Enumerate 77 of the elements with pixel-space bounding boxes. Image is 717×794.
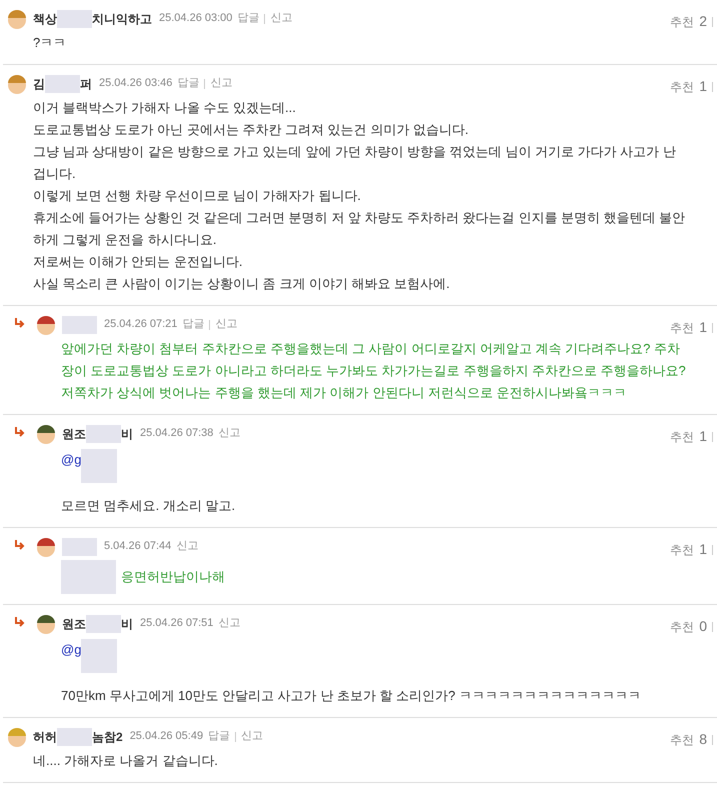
comment-text: 도로교통법상 도로가 아닌 곳에서는 주차칸 그려져 있는건 의미가 없습니다. <box>33 121 469 139</box>
comment-text: 하게 그렇게 운전을 하시다니요. <box>33 231 216 249</box>
avatar-icon <box>35 314 57 336</box>
blurred-area <box>86 614 121 632</box>
user-name: 비 <box>121 616 133 632</box>
reply-link[interactable]: 답글 <box>208 728 230 745</box>
report-link[interactable]: 신고 <box>176 538 198 555</box>
comment-date: 25.04.26 03:46 <box>99 76 172 92</box>
comment-text: 70만km 무사고에게 10만도 안달리고 사고가 난 초보가 할 소리인가? ㅋㅋㅋㅋㅋㅋㅋㅋㅋㅋㅋㅋㅋㅋ <box>61 687 641 705</box>
recommend-label: 추천 <box>670 14 694 30</box>
user-name: 놈참2 <box>92 728 123 746</box>
recommend-label: 추천 <box>670 78 694 96</box>
user-name: 허허 <box>33 728 57 746</box>
comment-date: 25.04.26 05:49 <box>130 729 204 744</box>
reply-link[interactable]: 답글 <box>177 75 200 92</box>
comment-text: 모르면 멈추세요. 개소리 말고. <box>61 497 236 515</box>
comment-text: 앞에가던 차량이 첨부터 주차칸으로 주행을했는데 그 사람이 어디로갈지 어케알고 계속 기다려주나요? 주차 <box>61 340 680 358</box>
blurred-area <box>62 316 97 334</box>
recommend-count: 0 <box>699 617 707 636</box>
user-name: 비 <box>121 426 133 442</box>
comment-date: 25.04.26 03:00 <box>159 11 232 26</box>
blurred-area <box>45 74 80 92</box>
avatar-icon <box>6 8 28 30</box>
blurred-area <box>81 639 118 673</box>
avatar-icon <box>35 612 57 634</box>
user-name: 책상 <box>33 10 57 28</box>
comment-date: 5.04.26 07:44 <box>104 539 172 554</box>
report-link[interactable]: 신고 <box>218 615 240 632</box>
recommend-count: 1 <box>699 427 707 446</box>
report-link[interactable]: 신고 <box>218 425 240 442</box>
comment-text: 이거 블랙박스가 가해자 나올 수도 있겠는데... <box>33 99 296 117</box>
user-name: 치니익하고 <box>92 10 152 28</box>
blurred-area <box>57 10 92 28</box>
comment-text: 저로써는 이해가 안되는 운전입니다. <box>33 253 242 271</box>
recommend-count: 8 <box>699 730 707 749</box>
avatar-icon <box>6 72 28 94</box>
user-name: 김 <box>33 76 45 92</box>
user-name: 퍼 <box>80 76 92 92</box>
comment-text: 휴게소에 들어가는 상황인 것 같은데 그러면 분명히 저 앞 차량도 주차하러 왔다는걸 인지를 분명히 했을텐데 불안 <box>33 209 686 227</box>
report-link[interactable]: 신고 <box>215 316 238 333</box>
comment-text: ?ㅋㅋ <box>33 34 66 52</box>
reply-link[interactable]: 답글 <box>237 10 260 27</box>
reply-link[interactable]: 답글 <box>182 316 204 333</box>
avatar-icon <box>35 536 57 558</box>
comment-text: 장이 도로교통법상 도로가 아니라고 하더라도 누가봐도 차가가는길로 주행을하지 주차칸으로 주행을하나요? <box>61 362 686 380</box>
blurred-area <box>62 538 97 556</box>
blurred-area <box>86 424 121 442</box>
recommend-label: 추천 <box>670 320 694 336</box>
recommend-count: 1 <box>699 318 707 337</box>
recommend-count: 1 <box>699 77 707 96</box>
mention-link[interactable]: @g <box>61 449 82 471</box>
recommend-label: 추천 <box>670 618 694 636</box>
blurred-area <box>57 728 92 746</box>
comment-text: 저쪽차가 상식에 벗어나는 주행을 했는데 제가 이해가 안된다니 저런식으로 운전하시나봐욬ㅋㅋㅋ <box>61 384 627 402</box>
recommend-count: 1 <box>699 540 707 559</box>
comment-date: 25.04.26 07:21 <box>104 317 178 332</box>
user-name: 원조 <box>62 426 86 442</box>
comment-text: 이렇게 보면 선행 차량 우선이므로 님이 가해자가 됩니다. <box>33 187 361 205</box>
comment-date: 25.04.26 07:38 <box>140 426 214 442</box>
blurred-area <box>81 449 118 483</box>
avatar-icon <box>6 726 28 748</box>
recommend-label: 추천 <box>670 428 694 446</box>
report-link[interactable]: 신고 <box>241 728 264 745</box>
comment-text: 네.... 가해자로 나올거 같습니다. <box>33 752 218 770</box>
comment-date: 25.04.26 07:51 <box>140 616 214 632</box>
report-link[interactable]: 신고 <box>270 10 292 27</box>
comment-text: 겁니다. <box>33 165 76 183</box>
recommend-label: 추천 <box>670 732 694 748</box>
comment-text: 사실 목소리 큰 사람이 이기는 상황이니 좀 크게 이야기 해봐요 보험사에. <box>33 275 450 293</box>
user-name: 원조 <box>62 616 86 632</box>
report-link[interactable]: 신고 <box>210 75 232 92</box>
avatar-icon <box>35 422 57 444</box>
comment-text: 그냥 님과 상대방이 같은 방향으로 가고 있는데 앞에 가던 차량이 방향을 꺾었는데 님이 거기로 가다가 사고가 난 <box>33 143 676 161</box>
comment-text: 응면허반납이나해 <box>121 568 225 586</box>
recommend-count: 2 <box>699 12 707 31</box>
mention-link[interactable]: @g <box>61 639 82 661</box>
recommend-label: 추천 <box>670 542 694 558</box>
